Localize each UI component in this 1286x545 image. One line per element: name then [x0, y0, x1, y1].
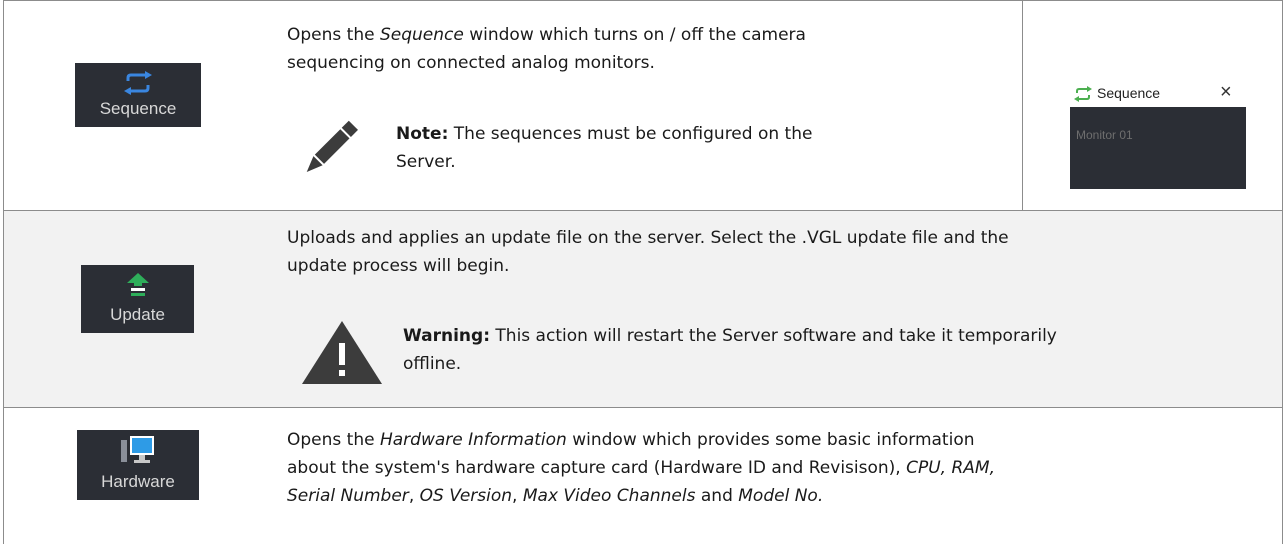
help-table: Sequence Opens the Sequence window which… [3, 0, 1283, 545]
sequence-description: Opens the Sequence window which turns on… [287, 25, 806, 73]
sequence-button[interactable]: Sequence [75, 63, 201, 127]
warning-triangle-icon [302, 321, 382, 384]
table-row-hardware: Hardware Opens the Hardware Information … [4, 408, 1282, 545]
sequence-window-preview: Sequence × Monitor 01 [1070, 80, 1246, 189]
sequence-window-title: Sequence [1097, 85, 1161, 101]
warning-text: Warning: This action will restart the Se… [403, 326, 1057, 374]
table-row-sequence: Sequence Opens the Sequence window which… [4, 1, 1282, 211]
hardware-button-label: Hardware [101, 472, 175, 491]
sync-arrows-icon [124, 71, 152, 95]
table-row-update: Update Uploads and applies an update fil… [4, 211, 1282, 408]
note-text: Note: The sequences must be configured o… [396, 124, 813, 172]
update-button-label: Update [110, 305, 165, 324]
computer-monitor-icon [121, 436, 154, 463]
upload-icon [126, 273, 149, 296]
close-icon[interactable]: × [1220, 81, 1232, 104]
sequence-button-label: Sequence [99, 99, 177, 118]
sequence-window-titlebar: Sequence × [1070, 80, 1246, 107]
update-description: Uploads and applies an update file on th… [287, 228, 1009, 276]
column-divider [1022, 1, 1023, 210]
hardware-button[interactable]: Hardware [77, 430, 199, 500]
sequence-window-body: Monitor 01 [1070, 107, 1246, 189]
monitor-list-item[interactable]: Monitor 01 [1076, 128, 1133, 142]
pencil-icon [306, 120, 358, 172]
update-button[interactable]: Update [81, 265, 194, 333]
sync-arrows-icon [1074, 86, 1092, 102]
hardware-description: Opens the Hardware Information window wh… [287, 430, 995, 506]
